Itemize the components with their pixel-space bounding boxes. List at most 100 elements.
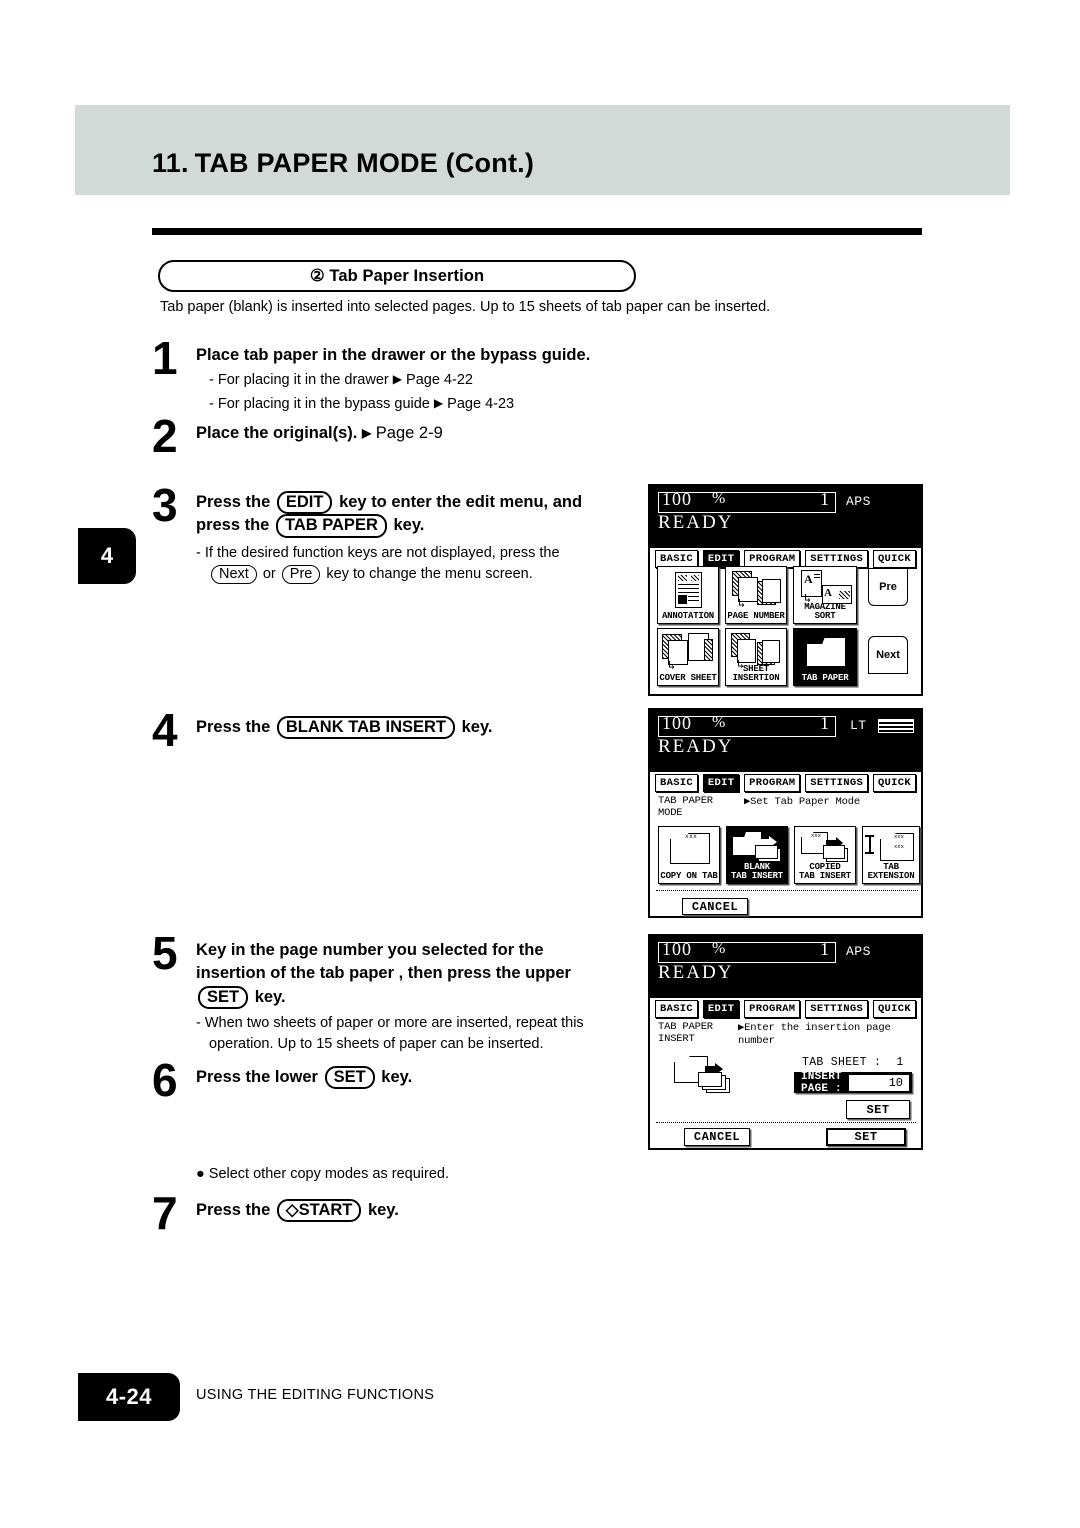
paper-size-icon [878, 719, 914, 733]
arrow-icon: ▶ [392, 372, 402, 387]
step-2: 2 Place the original(s). ▶ Page 2-9 [152, 413, 622, 459]
lcd2-tab-settings[interactable]: SETTINGS [805, 774, 869, 792]
lcd3-insert-page-value[interactable]: 10 [849, 1074, 909, 1091]
step-5: 5 Key in the page number you selected fo… [152, 930, 630, 1055]
step-3-text-b: key to enter the edit menu, and [339, 493, 583, 511]
lcd1-fkey-sheet-insertion-label: SHEET INSERTION [732, 663, 780, 683]
lcd2-percent-sign: % [712, 714, 726, 731]
lcd1-fkey-annotation-label: ANNOTATION [661, 610, 714, 621]
lcd3-tab-edit[interactable]: EDIT [702, 1000, 740, 1018]
step-3-heading-line-2: press the TAB PAPER key. [196, 514, 582, 538]
step-4: 4 Press the BLANK TAB INSERT key. [152, 707, 622, 753]
lcd2-paper-mode: LT [850, 718, 867, 733]
lcd2-fkey-copy-on-tab[interactable]: xxx COPY ON TAB [658, 826, 720, 884]
lcd1-fkey-cover-sheet-label: COVER SHEET [659, 672, 717, 683]
step-6-text-a: Press the lower [196, 1068, 318, 1086]
header-rule [152, 228, 922, 235]
lcd3-tab-quick[interactable]: QUICK [872, 1000, 916, 1018]
step-3: 3 Press the EDIT key to enter the edit m… [152, 482, 622, 585]
page-title-text: TAB PAPER MODE (Cont.) [194, 148, 535, 178]
copy-modes-note: ● Select other copy modes as required. [196, 1166, 449, 1182]
lcd-panel-tab-paper-insert[interactable]: 100 % 1 APS READY BASIC EDIT PROGRAM SET… [648, 934, 923, 1150]
blank-tab-insert-icon [727, 827, 787, 863]
lcd3-tab-sheet-value: 1 [896, 1056, 904, 1069]
chapter-tab-marker: 4 [78, 528, 136, 584]
lcd1-status-area: 100 % 1 APS READY [650, 486, 921, 548]
lcd3-tab-sheet-row: TAB SHEET : 1 [802, 1056, 904, 1069]
step-3-text-d: key. [393, 516, 425, 535]
footer-section-title: USING THE EDITING FUNCTIONS [196, 1387, 435, 1403]
page-title: 11. TAB PAPER MODE (Cont.) [152, 148, 534, 179]
lcd1-tab-quick[interactable]: QUICK [872, 550, 916, 568]
lcd1-fkey-sheet-insertion[interactable]: ↳ SHEET INSERTION [725, 628, 787, 686]
lcd3-mode-message: ▶Enter the insertion page number [738, 1022, 891, 1047]
arrow-icon: ▶ [433, 396, 444, 411]
lcd1-fkey-tab-paper[interactable]: TAB PAPER [793, 628, 857, 686]
lcd2-fkey-copied-tab-insert[interactable]: xxx COPIED TAB INSERT [794, 826, 856, 884]
lcd2-cancel-button[interactable]: CANCEL [682, 898, 748, 915]
lcd3-set-upper-label: SET [866, 1102, 890, 1117]
step-1-heading: Place tab paper in the drawer or the byp… [196, 346, 591, 364]
lcd1-nav-pre[interactable]: Pre [868, 568, 908, 606]
step-7-number: 7 [152, 1187, 178, 1239]
lcd2-mode-message: ▶Set Tab Paper Mode [744, 796, 860, 808]
step-3-text-a: Press the [196, 493, 271, 511]
lcd3-cancel-button[interactable]: CANCEL [684, 1128, 750, 1146]
step-1-sub-1-dash: - [209, 372, 214, 389]
lcd3-set-upper-button[interactable]: SET [846, 1100, 910, 1119]
lcd1-nav-next[interactable]: Next [868, 636, 908, 674]
cover-sheet-icon: ↳ [658, 629, 718, 674]
key-edit: EDIT [276, 491, 333, 515]
lcd2-tab-basic[interactable]: BASIC [655, 774, 699, 792]
step-3-sub-line-2: Next or Pre key to change the menu scree… [196, 564, 582, 585]
lcd1-fkey-magazine-sort[interactable]: A A ↳ MAGAZINE SORT [793, 566, 857, 624]
lcd3-tab-program[interactable]: PROGRAM [744, 1000, 801, 1018]
lcd3-tab-basic[interactable]: BASIC [655, 1000, 699, 1018]
lcd3-insert-page-field[interactable]: INSERT PAGE : 10 [794, 1071, 912, 1095]
lcd2-fkey-tab-extension-label: TAB EXTENSION [867, 861, 915, 881]
lcd2-zoom-value: 100 [662, 713, 692, 733]
lcd2-tab-quick[interactable]: QUICK [872, 774, 916, 792]
lcd3-tabbar: BASIC EDIT PROGRAM SETTINGS QUICK [650, 998, 921, 1018]
lcd1-nav-next-label: Next [876, 649, 900, 661]
lcd1-tabbar: BASIC EDIT PROGRAM SETTINGS QUICK [650, 548, 921, 568]
lcd2-fkey-tab-extension[interactable]: xxx xxx TAB EXTENSION [862, 826, 920, 884]
lcd3-tab-settings[interactable]: SETTINGS [805, 1000, 869, 1018]
step-5-heading-line-2: insertion of the tab paper , then press … [196, 964, 571, 983]
lcd2-tab-edit[interactable]: EDIT [702, 774, 740, 792]
step-2-page: Page 2-9 [375, 424, 443, 442]
step-3-sub: - If the desired function keys are not d… [196, 543, 582, 585]
lcd3-copy-count: 1 [820, 939, 829, 959]
step-1-sub-1: - For placing it in the drawer ▶ Page 4-… [196, 370, 590, 391]
lcd3-set-lower-label: SET [854, 1130, 878, 1144]
lcd-panel-edit-menu[interactable]: 100 % 1 APS READY BASIC EDIT PROGRAM SET… [648, 484, 923, 696]
lcd3-set-lower-button[interactable]: SET [826, 1128, 906, 1146]
arrow-icon: ▶ [361, 426, 372, 440]
lcd3-status-text: READY [658, 962, 734, 983]
step-7-text-a: Press the [196, 1201, 271, 1219]
step-7-heading: Press the ◇START key. [196, 1199, 399, 1223]
lcd2-tab-program[interactable]: PROGRAM [744, 774, 801, 792]
step-6-text-b: key. [381, 1068, 413, 1086]
step-1-number: 1 [152, 332, 178, 384]
step-3-sub-text-b: key to change the menu screen. [326, 565, 533, 582]
page-title-number: 11. [152, 148, 189, 178]
lcd1-fkey-cover-sheet[interactable]: ↳ COVER SHEET [657, 628, 719, 686]
annotation-icon [658, 567, 718, 612]
lcd3-status-area: 100 % 1 APS READY [650, 936, 921, 998]
step-5-sub: - When two sheets of paper or more are i… [196, 1013, 630, 1055]
lcd3-tab-sheet-label: TAB SHEET : [802, 1056, 882, 1069]
step-7: 7 Press the ◇START key. [152, 1187, 622, 1239]
lcd1-fkey-annotation[interactable]: ANNOTATION [657, 566, 719, 624]
section-intro: Tab paper (blank) is inserted into selec… [160, 299, 771, 315]
step-6: 6 Press the lower SET key. [152, 1057, 622, 1103]
lcd2-fkey-copied-tab-insert-label: COPIED TAB INSERT [798, 861, 851, 881]
step-2-text: Place the original(s). [196, 424, 358, 442]
lcd1-fkey-page-number[interactable]: ↳ PAGE NUMBER [725, 566, 787, 624]
lcd2-fkey-blank-tab-insert[interactable]: BLANK TAB INSERT [726, 826, 788, 884]
key-set-lower: SET [324, 1066, 375, 1090]
lcd-panel-tab-paper-mode[interactable]: 100 % 1 LT READY BASIC EDIT PROGRAM SETT… [648, 708, 923, 918]
step-2-heading: Place the original(s). ▶ Page 2-9 [196, 422, 443, 445]
key-start: ◇START [276, 1199, 362, 1223]
step-1-sub-1-page: Page 4-22 [406, 372, 473, 389]
